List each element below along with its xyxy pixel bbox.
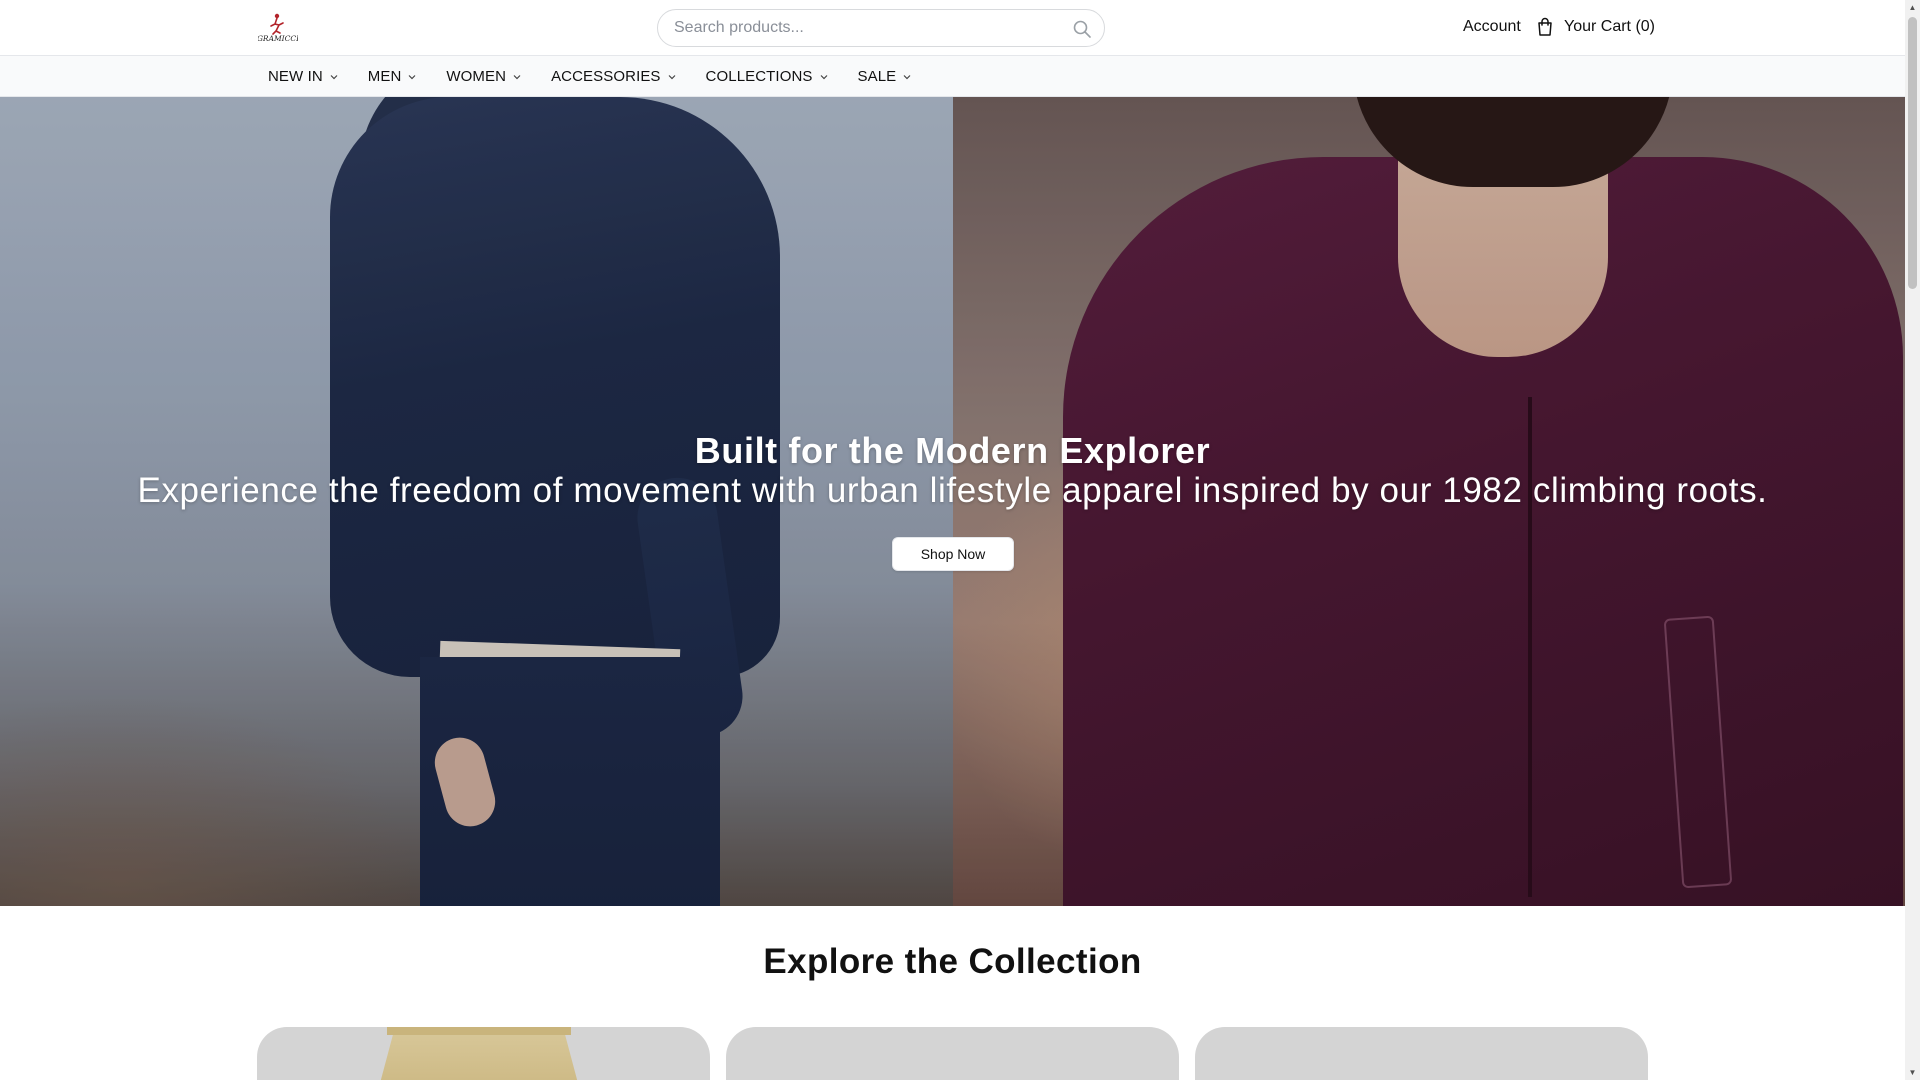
collection-card[interactable] — [726, 1027, 1179, 1080]
scroll-down-arrow-icon[interactable]: ▼ — [1905, 1065, 1920, 1080]
nav-item-accessories[interactable]: ACCESSORIES — [551, 68, 676, 85]
chevron-down-icon — [668, 74, 675, 79]
nav-item-men[interactable]: MEN — [368, 68, 418, 85]
collection-title: Explore the Collection — [763, 942, 1142, 981]
gramicci-logo-icon: GRAMICCI — [258, 13, 298, 43]
scroll-up-arrow-icon[interactable]: ▲ — [1905, 0, 1920, 15]
nav-item-label: MEN — [367, 68, 402, 85]
nav-item-label: WOMEN — [446, 68, 507, 85]
collection-card[interactable] — [257, 1027, 710, 1080]
nav-item-label: SALE — [857, 68, 897, 85]
hero-title: Built for the Modern Explorer — [694, 430, 1211, 471]
nav-item-sale[interactable]: SALE — [858, 68, 913, 85]
main-navigation: NEW IN MEN WOMEN ACCESSORIES COLLECTIONS… — [0, 56, 1905, 97]
page-scrollbar[interactable]: ▲ ▼ — [1905, 0, 1920, 1080]
nav-item-label: NEW IN — [268, 68, 323, 85]
chevron-down-icon — [903, 74, 911, 79]
shopping-bag-icon — [1538, 17, 1552, 36]
chevron-down-icon — [513, 74, 521, 79]
nav-item-new-in[interactable]: NEW IN — [268, 68, 339, 85]
shop-now-button[interactable]: Shop Now — [892, 537, 1014, 571]
site-header: GRAMICCI Account Your Cart (0) — [0, 0, 1905, 56]
nav-item-label: ACCESSORIES — [551, 68, 661, 85]
scrollbar-thumb[interactable] — [1908, 17, 1917, 289]
search-icon[interactable] — [1072, 19, 1092, 39]
cart-button[interactable]: Your Cart (0) — [1536, 16, 1655, 38]
hero-banner: Built for the Modern Explorer Experience… — [0, 97, 1905, 906]
nav-item-label: COLLECTIONS — [705, 68, 813, 85]
collection-card[interactable] — [1195, 1027, 1648, 1080]
chevron-down-icon — [820, 74, 827, 79]
nav-item-women[interactable]: WOMEN — [446, 68, 522, 85]
account-link[interactable]: Account — [1463, 18, 1521, 36]
cart-label: Your Cart (0) — [1564, 18, 1655, 35]
svg-text:GRAMICCI: GRAMICCI — [258, 34, 298, 43]
brand-logo[interactable]: GRAMICCI — [258, 12, 298, 44]
search-box[interactable] — [657, 9, 1105, 47]
chevron-down-icon — [408, 74, 416, 79]
search-input[interactable] — [674, 10, 1054, 46]
product-image-waistband — [387, 1027, 571, 1035]
chevron-down-icon — [330, 74, 338, 79]
nav-item-collections[interactable]: COLLECTIONS — [706, 68, 829, 85]
hero-subtitle: Experience the freedom of movement with … — [137, 471, 1768, 510]
